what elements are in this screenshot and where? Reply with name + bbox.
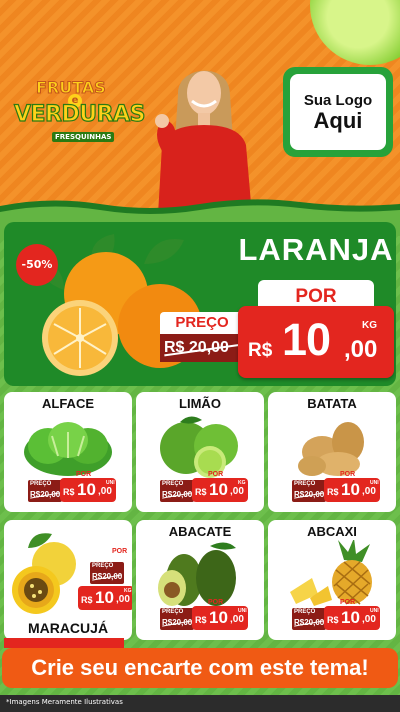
price-tag: PREÇO R$20,00 POR R$ 10,00 UNI: [160, 599, 250, 630]
old-price: PREÇO R$20,00: [160, 480, 194, 502]
old-price-value: R$ 20,00: [160, 334, 244, 362]
old-price: PREÇO R$20,00: [292, 480, 326, 502]
old-price: PREÇO R$20,00: [160, 608, 194, 630]
price-tag: PREÇO R$20,00 POR R$ 10,00 UNI: [28, 471, 118, 502]
featured-price: R$ 10 ,00 KG: [238, 306, 394, 378]
woman-photo: [155, 70, 252, 215]
pineapple-illustration: [290, 540, 372, 606]
price-tag: PREÇO R$20,00 POR R$ 10,00 KG: [160, 471, 250, 502]
product-name: MARACUJÁ: [27, 620, 109, 636]
product-card: PREÇO R$20,00 POR R$ 10,00 KG MARACUJÁ: [4, 520, 132, 640]
por-label: POR: [340, 599, 356, 606]
new-price: R$ 10,00 UNI: [192, 606, 248, 630]
product-name: ALFACE: [42, 396, 94, 411]
cta-banner[interactable]: Crie seu encarte com este tema!: [2, 648, 398, 688]
price-decimal: ,00: [344, 336, 378, 363]
old-price: PREÇO R$20,00: [28, 480, 62, 502]
avocado-illustration: [158, 542, 236, 606]
price-tag: PREÇO R$20,00 POR R$ 10,00 UNI: [292, 471, 382, 502]
product-card: ABACATE PREÇO R$20,00 POR R$ 10,00 UNI: [136, 520, 264, 640]
new-price: R$ 10,00 UNI: [324, 606, 380, 630]
price-unit: KG: [362, 320, 377, 331]
new-price: R$ 10,00 UNI: [324, 478, 380, 502]
old-price: PREÇO R$20,00: [90, 562, 124, 584]
lettuce-illustration: [24, 422, 112, 476]
brand-logo: FRUTAS e VERDURAS FRESQUINHAS: [13, 78, 146, 154]
footnote: *Imagens Meramente Ilustrativas: [6, 698, 123, 706]
brand-line2: VERDURAS: [13, 101, 146, 127]
por-label: POR: [208, 599, 224, 606]
price-tag: PREÇO R$20,00 POR R$ 10,00 UNI: [292, 599, 382, 630]
price-currency: R$: [248, 340, 273, 361]
new-price: R$ 10,00 KG: [78, 586, 132, 610]
brand-tagline: FRESQUINHAS: [52, 132, 115, 142]
flyer: FRUTAS e VERDURAS FRESQUINHAS Sua Logo A…: [0, 0, 400, 712]
por-label: POR: [112, 548, 128, 555]
new-price: R$ 10,00 UNI: [60, 478, 116, 502]
discount-badge: -50%: [16, 244, 58, 286]
price-integer: 10: [282, 314, 331, 365]
product-name: ABCAXI: [307, 524, 357, 539]
product-card: ABCAXI PREÇO R$20,00 POR R$ 10,00 UNI: [268, 520, 396, 640]
lime-illustration: [160, 416, 238, 478]
featured-product: -50% LARANJA POR PREÇO R$ 20,00 R$ 10 ,0…: [4, 222, 396, 386]
product-card: ALFACE PREÇO R$20,00 POR R$ 10,00 UNI: [4, 392, 132, 512]
potato-illustration: [298, 422, 364, 476]
por-label: POR: [76, 471, 92, 478]
product-card: BATATA PREÇO R$20,00 POR R$ 10,00 UNI: [268, 392, 396, 512]
por-label: POR: [208, 471, 224, 478]
price-tag: PREÇO R$20,00 POR R$ 10,00 KG: [60, 548, 132, 610]
product-name: BATATA: [307, 396, 357, 411]
product-card: LIMÃO PREÇO R$20,00 POR R$ 10,00 KG: [136, 392, 264, 512]
featured-old-price: PREÇO R$ 20,00: [160, 312, 246, 366]
footer-bar: *Imagens Meramente Ilustrativas: [0, 695, 400, 712]
product-name: LIMÃO: [179, 396, 221, 411]
logo-line1: Sua Logo: [303, 91, 373, 109]
old-price: PREÇO R$20,00: [292, 608, 326, 630]
decorative-strip: [4, 638, 124, 648]
featured-product-name: LARANJA: [238, 232, 394, 267]
logo-placeholder: Sua Logo Aqui: [283, 67, 393, 157]
por-label: POR: [340, 471, 356, 478]
logo-line2: Aqui: [313, 107, 363, 133]
new-price: R$ 10,00 KG: [192, 478, 248, 502]
product-name: ABACATE: [168, 524, 232, 539]
old-price-label: PREÇO: [160, 312, 244, 334]
